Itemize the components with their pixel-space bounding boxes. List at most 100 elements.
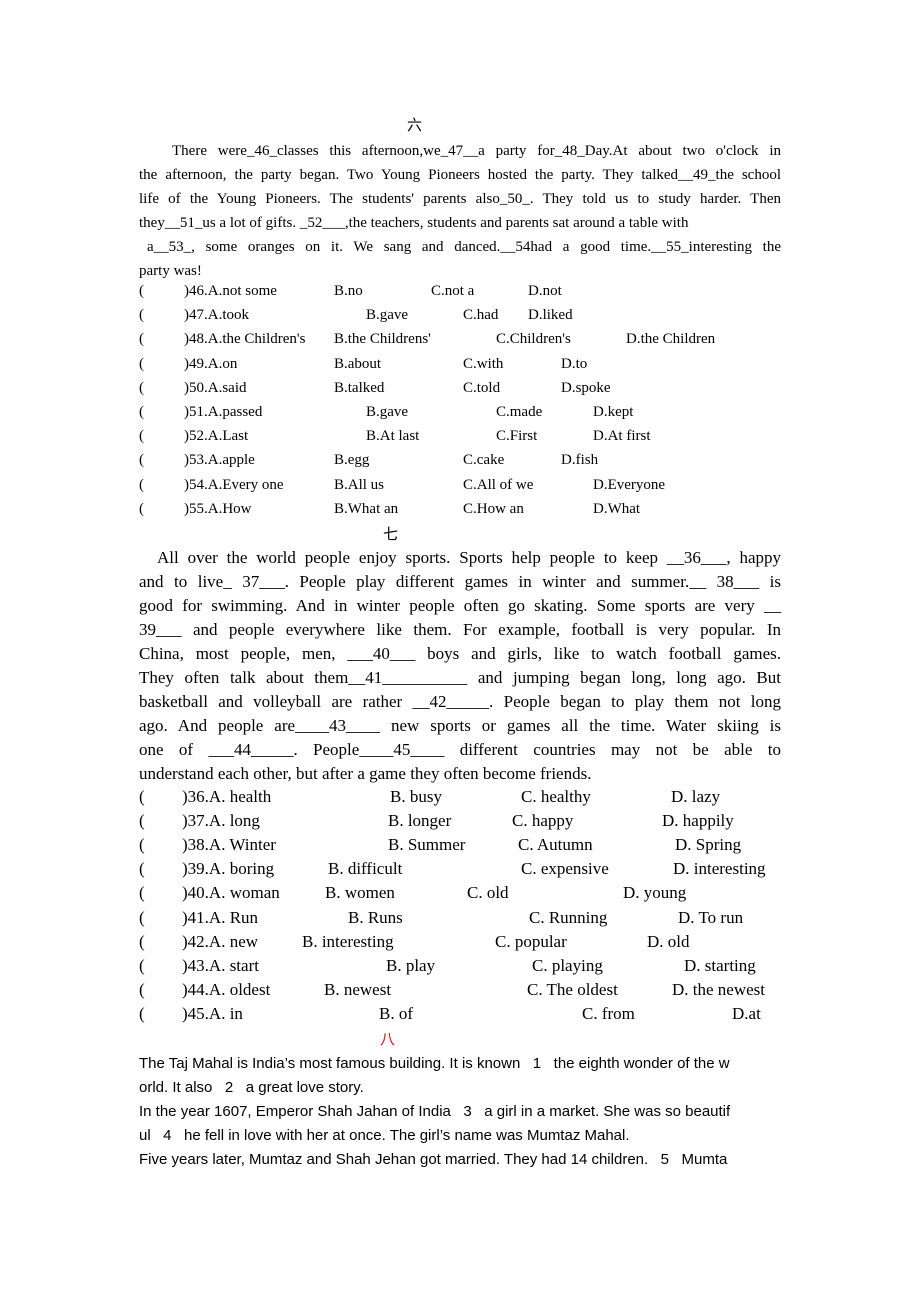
passage-line: they__51_us a lot of gifts. _52___,the t…	[139, 215, 689, 231]
option-c: C. old	[467, 883, 509, 902]
option-b: B.about	[334, 356, 382, 372]
option-d: D.What	[593, 501, 641, 517]
option-b: B. longer	[388, 811, 452, 830]
option-b: B.no	[334, 283, 363, 299]
option-b: B. newest	[324, 980, 392, 999]
option-b: B.All us	[334, 477, 385, 493]
answer-paren[interactable]: (	[139, 356, 144, 373]
answer-paren[interactable]: (	[139, 404, 144, 421]
option-d: D.the Children	[626, 331, 716, 347]
option-a: )50.A.said	[184, 380, 247, 396]
option-c: C.Children's	[496, 331, 571, 347]
passage-line: ago. And people are____43____ new sports…	[139, 716, 781, 735]
option-d: D. young	[623, 883, 687, 902]
answer-paren[interactable]: (	[139, 477, 144, 494]
option-b: B. women	[325, 883, 395, 902]
option-a: )48.A.the Children's	[184, 331, 306, 347]
option-b: B.egg	[334, 452, 370, 468]
section-7-heading: 七	[383, 525, 399, 543]
option-d: D. interesting	[673, 859, 766, 878]
option-d: D. Spring	[675, 835, 742, 854]
passage-line: orld. It also 2 a great love story.	[139, 1079, 364, 1096]
option-c: C. Running	[529, 908, 608, 927]
option-b: B. difficult	[328, 859, 403, 878]
answer-paren[interactable]: (	[139, 859, 145, 879]
passage-line: ul 4 he fell in love with her at once. T…	[139, 1127, 630, 1144]
answer-paren[interactable]: (	[139, 1004, 145, 1024]
answer-paren[interactable]: (	[139, 283, 144, 300]
option-d: D.At first	[593, 428, 651, 444]
option-d: D. To run	[678, 908, 744, 927]
option-d: D. the newest	[672, 980, 766, 999]
passage-line: life of the Young Pioneers. The students…	[139, 191, 781, 207]
option-d: D. starting	[684, 956, 756, 975]
answer-paren[interactable]: (	[139, 980, 145, 1000]
option-b: B. Runs	[348, 908, 403, 927]
passage-line: the afternoon, the party began. Two Youn…	[139, 167, 781, 183]
passage-line: Five years later, Mumtaz and Shah Jehan …	[139, 1151, 728, 1168]
option-c: C.with	[463, 356, 504, 372]
answer-paren[interactable]: (	[139, 883, 145, 903]
option-d: D.not	[528, 283, 562, 299]
passage-line: In the year 1607, Emperor Shah Jahan of …	[139, 1103, 731, 1120]
option-b: B. play	[386, 956, 436, 975]
option-a: )40.A. woman	[182, 883, 280, 902]
passage-line: and to live_ 37___. People play differen…	[139, 572, 781, 591]
option-a: )43.A. start	[182, 956, 259, 975]
option-c: C.How an	[463, 501, 524, 517]
option-d: D. happily	[662, 811, 734, 830]
option-d: D.spoke	[561, 380, 611, 396]
option-a: )38.A. Winter	[182, 835, 276, 854]
option-a: )51.A.passed	[184, 404, 263, 420]
option-a: )49.A.on	[184, 356, 238, 372]
option-b: B. Summer	[388, 835, 466, 854]
document-page: 六 There were_46_classes this afternoon,w…	[0, 0, 920, 1302]
answer-paren[interactable]: (	[139, 956, 145, 976]
option-c: C. expensive	[521, 859, 609, 878]
answer-paren[interactable]: (	[139, 428, 144, 445]
option-d: D.fish	[561, 452, 599, 468]
answer-paren[interactable]: (	[139, 932, 145, 952]
answer-paren[interactable]: (	[139, 331, 144, 348]
passage-line: understand each other, but after a game …	[139, 764, 592, 783]
option-c: C. Autumn	[518, 835, 593, 854]
answer-paren[interactable]: (	[139, 835, 145, 855]
answer-paren[interactable]: (	[139, 501, 144, 518]
passage-line: China, most people, men, ___40___ boys a…	[139, 644, 781, 663]
option-a: )52.A.Last	[184, 428, 249, 444]
option-d: D.kept	[593, 404, 634, 420]
option-a: )46.A.not some	[184, 283, 277, 299]
option-c: C.cake	[463, 452, 505, 468]
option-c: C. healthy	[521, 787, 591, 806]
passage-line: one of ___44_____. People____45____ diff…	[139, 740, 781, 759]
answer-paren[interactable]: (	[139, 452, 144, 469]
answer-paren[interactable]: (	[139, 380, 144, 397]
option-c: C. popular	[495, 932, 567, 951]
option-a: )41.A. Run	[182, 908, 259, 927]
option-c: C.told	[463, 380, 501, 396]
answer-paren[interactable]: (	[139, 811, 145, 831]
answer-paren[interactable]: (	[139, 787, 145, 807]
option-b: B. busy	[390, 787, 442, 806]
passage-line: They often talk about them__41__________…	[139, 668, 781, 687]
option-a: )54.A.Every one	[184, 477, 284, 493]
option-c: C.All of we	[463, 477, 534, 493]
answer-paren[interactable]: (	[139, 908, 145, 928]
option-b: B.the Childrens'	[334, 331, 431, 347]
passage-line: There were_46_classes this afternoon,we_…	[172, 143, 781, 159]
option-a: )55.A.How	[184, 501, 252, 517]
option-c: C.First	[496, 428, 538, 444]
option-c: C.made	[496, 404, 543, 420]
passage-line: party was!	[139, 263, 202, 279]
option-c: C. happy	[512, 811, 574, 830]
option-d: D.Everyone	[593, 477, 666, 493]
option-d: D.liked	[528, 307, 573, 323]
option-c: C. playing	[532, 956, 603, 975]
option-a: )42.A. new	[182, 932, 259, 951]
option-b: B.At last	[366, 428, 420, 444]
option-b: B.talked	[334, 380, 385, 396]
section-6-heading: 六	[407, 116, 423, 134]
answer-paren[interactable]: (	[139, 307, 144, 324]
option-c: C.not a	[431, 283, 475, 299]
option-b: B. interesting	[302, 932, 394, 951]
